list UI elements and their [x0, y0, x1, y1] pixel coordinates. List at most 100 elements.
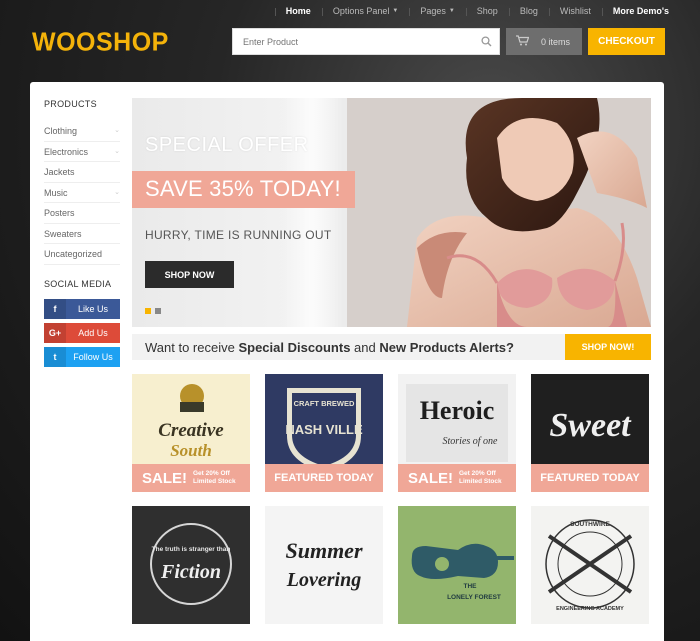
- product-art-text: Summer: [285, 538, 362, 563]
- promo-shop-now-button[interactable]: SHOP NOW!: [565, 334, 651, 360]
- product-card-nashville[interactable]: CRAFT BREWED NASH VILLE FEATURED TODAY: [265, 374, 383, 492]
- nav-item-more-demo-s[interactable]: More Demo's: [601, 6, 680, 16]
- nav-item-options-panel[interactable]: Options Panel ▼: [321, 6, 410, 16]
- hero-slider[interactable]: SPECIAL OFFER SAVE 35% TODAY! HURRY, TIM…: [132, 98, 651, 327]
- category-label: Music: [44, 187, 68, 198]
- hero-shop-now-button[interactable]: SHOP NOW: [145, 261, 234, 288]
- ribbon-main-text: SALE!: [408, 469, 453, 487]
- ribbon-main-text: FEATURED TODAY: [540, 472, 640, 484]
- ribbon-stock: Limited Stock: [459, 478, 502, 485]
- chevron-down-icon[interactable]: ⌄: [114, 121, 120, 141]
- product-card-sweet[interactable]: Sweet FEATURED TODAY: [531, 374, 649, 492]
- search-icon[interactable]: [473, 29, 499, 54]
- newsletter-promo: Want to receive Special Discounts and Ne…: [132, 334, 651, 360]
- nav-item-home[interactable]: Home: [274, 6, 322, 16]
- category-item-posters[interactable]: Posters: [44, 203, 120, 224]
- hero-model-image: [347, 98, 651, 327]
- product-card-southwire[interactable]: SOUTHWIRE ENGINEERING ACADEMY: [531, 506, 649, 624]
- product-art-text: Fiction: [160, 561, 221, 583]
- site-logo[interactable]: WOOSHOP: [32, 27, 169, 57]
- category-item-jackets[interactable]: Jackets: [44, 162, 120, 183]
- ribbon-discount: Get 20% Off: [459, 470, 496, 477]
- chevron-down-icon: ▼: [392, 8, 399, 14]
- slider-dots: [145, 308, 161, 314]
- product-artwork: The truth is stranger than Fiction: [132, 506, 250, 624]
- nav-item-label: Shop: [476, 6, 498, 16]
- checkout-button[interactable]: CHECKOUT: [588, 28, 665, 55]
- category-item-uncategorized[interactable]: Uncategorized: [44, 244, 120, 265]
- ribbon-discount: Get 20% Off: [193, 470, 230, 477]
- promo-text-1: Want to receive: [145, 339, 239, 355]
- nav-item-shop[interactable]: Shop: [465, 6, 509, 16]
- twitter-button[interactable]: t Follow Us: [44, 346, 120, 367]
- product-art-text: CRAFT BREWED: [294, 399, 355, 408]
- product-card-truth-fiction[interactable]: The truth is stranger than Fiction: [132, 506, 250, 624]
- facebook-icon: f: [44, 298, 66, 319]
- nav-item-blog[interactable]: Blog: [508, 6, 549, 16]
- promo-bold-2: New Products Alerts?: [379, 339, 514, 355]
- product-art-text: THE: [464, 583, 478, 590]
- products-heading: PRODUCTS: [44, 99, 97, 109]
- category-label: Electronics: [44, 146, 89, 157]
- category-label: Clothing: [44, 126, 78, 136]
- chevron-down-icon[interactable]: ⌄: [114, 142, 120, 162]
- twitter-icon: t: [44, 346, 66, 367]
- product-art-text: LONELY FOREST: [447, 594, 501, 601]
- product-artwork: Summer Lovering: [265, 506, 383, 624]
- product-art-text: The truth is stranger than: [152, 546, 231, 553]
- product-art-text: Sweet: [549, 407, 632, 444]
- hero-window-light: [282, 98, 342, 327]
- sale-ribbon: SALE! Get 20% Off Limited Stock: [398, 464, 516, 492]
- product-card-heroic[interactable]: Heroic Stories of one SALE! Get 20% Off Limi…: [398, 374, 516, 492]
- product-art-text: ENGINEERING ACADEMY: [556, 606, 624, 612]
- category-label: Sweaters: [44, 228, 82, 239]
- search-input[interactable]: [233, 36, 473, 47]
- category-item-electronics[interactable]: Electronics ⌄: [44, 142, 120, 162]
- product-card-lonely-forest[interactable]: THE LONELY FOREST: [398, 506, 516, 624]
- category-item-clothing[interactable]: Clothing ⌄: [44, 121, 120, 142]
- category-item-music[interactable]: Music ⌄: [44, 183, 120, 203]
- product-art-text: Creative: [158, 420, 224, 441]
- google-plus-icon: G+: [44, 322, 66, 343]
- slider-dot-active[interactable]: [145, 308, 151, 314]
- category-label: Posters: [44, 208, 75, 218]
- hero-subtitle: HURRY, TIME IS RUNNING OUT: [145, 228, 332, 242]
- cart-count: 0 items: [541, 36, 571, 47]
- category-label: Jackets: [44, 167, 75, 177]
- ribbon-main-text: SALE!: [142, 469, 187, 487]
- category-label: Uncategorized: [44, 249, 103, 259]
- ribbon-stock: Limited Stock: [193, 478, 236, 485]
- product-art-text: NASH VILLE: [285, 422, 363, 437]
- nav-item-label: More Demo's: [612, 6, 669, 16]
- google-plus-label: Add Us: [78, 327, 108, 338]
- product-art-text: South: [170, 441, 212, 460]
- product-card-summer-lovering[interactable]: Summer Lovering: [265, 506, 383, 624]
- product-artwork: SOUTHWIRE ENGINEERING ACADEMY: [531, 506, 649, 624]
- featured-ribbon: FEATURED TODAY: [531, 464, 649, 492]
- cart-icon: [516, 35, 530, 48]
- ribbon-small-text: Get 20% Off Limited Stock: [193, 470, 236, 486]
- product-art-text: Heroic: [420, 396, 495, 425]
- nav-item-pages[interactable]: Pages ▼: [409, 6, 465, 16]
- category-list: Clothing ⌄ Electronics ⌄ Jackets Music ⌄ Poster…: [44, 121, 120, 265]
- ribbon-main-text: FEATURED TODAY: [274, 472, 374, 484]
- product-card-creative-south[interactable]: Creative South SALE! Get 20% Off Limited Sto…: [132, 374, 250, 492]
- chevron-down-icon[interactable]: ⌄: [114, 183, 120, 203]
- hero-headline: SAVE 35% TODAY!: [132, 171, 355, 208]
- search-bar: [232, 28, 500, 55]
- cart-button[interactable]: 0 items: [506, 28, 582, 55]
- nav-item-label: Wishlist: [559, 6, 591, 16]
- chevron-down-icon: ▼: [448, 8, 455, 14]
- sidebar: PRODUCTS Clothing ⌄ Electronics ⌄ Jackets Mus…: [44, 99, 120, 371]
- nav-item-wishlist[interactable]: Wishlist: [548, 6, 602, 16]
- facebook-button[interactable]: f Like Us: [44, 298, 120, 319]
- slider-dot[interactable]: [155, 308, 161, 314]
- product-art-text: Lovering: [286, 569, 361, 591]
- sale-ribbon: SALE! Get 20% Off Limited Stock: [132, 464, 250, 492]
- top-navigation: Home Options Panel ▼ Pages ▼ Shop Blog Wishlist…: [274, 6, 680, 16]
- facebook-label: Like Us: [77, 303, 108, 314]
- google-plus-button[interactable]: G+ Add Us: [44, 322, 120, 343]
- nav-item-label: Blog: [519, 6, 538, 16]
- category-item-sweaters[interactable]: Sweaters: [44, 224, 120, 244]
- ribbon-small-text: Get 20% Off Limited Stock: [459, 470, 502, 486]
